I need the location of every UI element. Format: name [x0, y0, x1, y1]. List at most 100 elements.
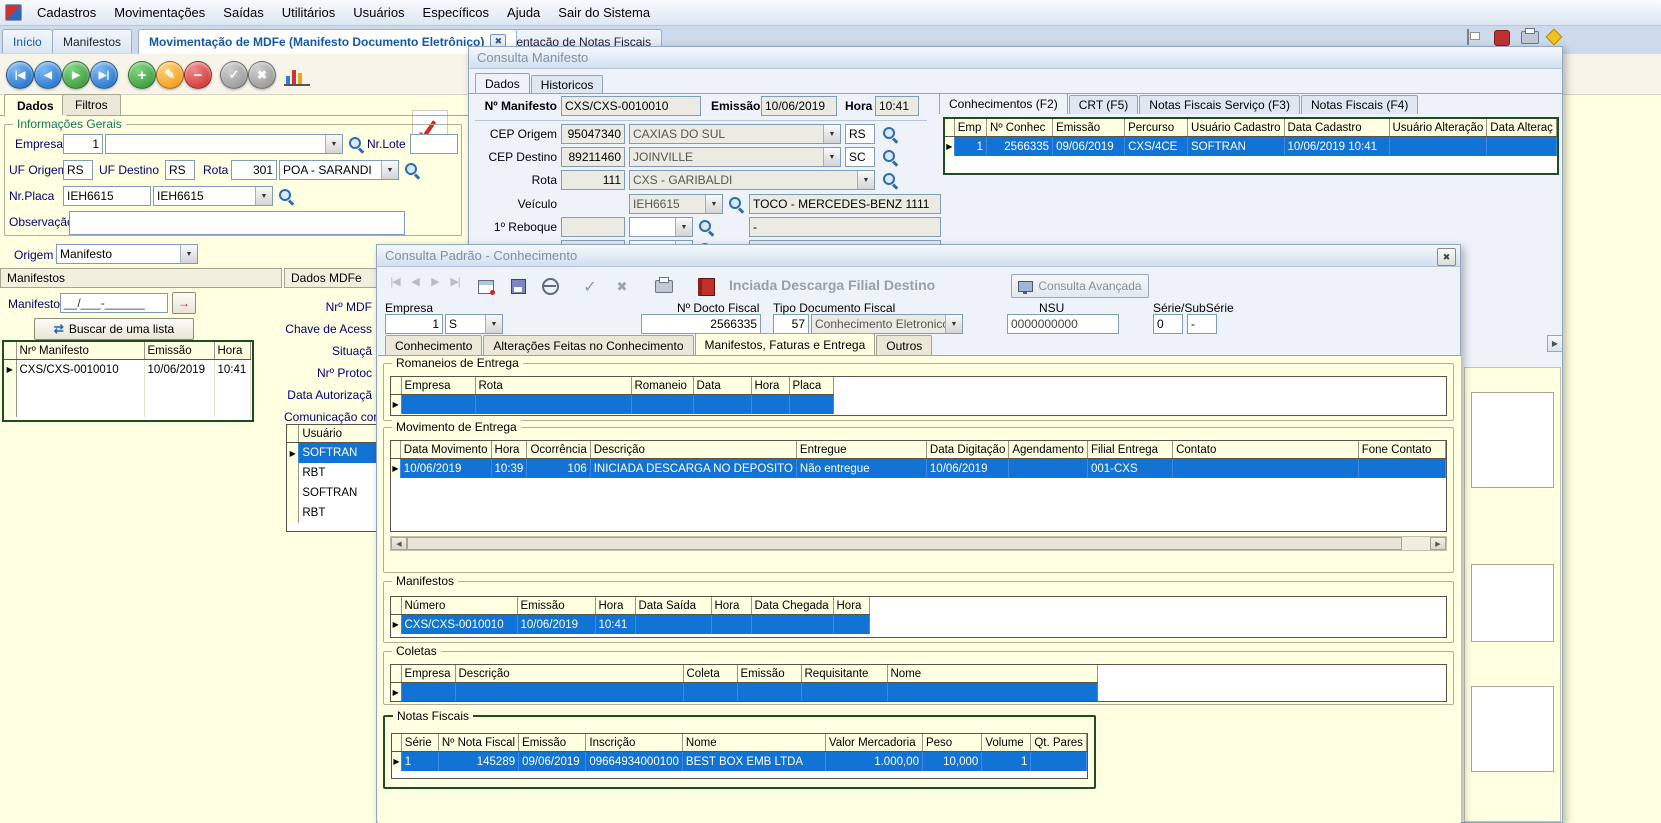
veiculo-combo[interactable]: IEH6615▼ — [629, 194, 723, 214]
rota-combo[interactable]: POA - SARANDI▼ — [279, 160, 399, 180]
close-window-button[interactable]: ✖ — [1437, 248, 1456, 266]
add-button[interactable]: + — [128, 61, 156, 89]
table-row[interactable]: RBT — [287, 463, 377, 483]
menu-sair-do-sistema[interactable]: Sair do Sistema — [549, 2, 659, 23]
scroll-left-icon[interactable]: ◀ — [391, 537, 407, 550]
refresh-icon[interactable] — [536, 273, 564, 300]
table-row[interactable]: ▶ — [391, 683, 1097, 703]
confirm-icon[interactable]: ✓ — [576, 273, 604, 300]
nav-last-button[interactable]: ▶| — [90, 61, 118, 89]
menu-ajuda[interactable]: Ajuda — [498, 2, 549, 23]
nsu-field[interactable]: 0000000000 — [1007, 314, 1119, 334]
save-icon[interactable] — [504, 273, 532, 300]
chevron-down-icon[interactable]: ▼ — [857, 171, 874, 189]
cep-origem-search-icon[interactable] — [881, 125, 898, 142]
uf-origem-field[interactable]: RS — [63, 160, 93, 180]
table-row[interactable]: ▶SOFTRAN — [287, 443, 377, 464]
table-row[interactable]: ▶ 10/06/2019 10:39 106 INICIADA DESCARGA… — [391, 459, 1446, 479]
cep-destino-search-icon[interactable] — [881, 148, 898, 165]
chevron-down-icon[interactable]: ▼ — [823, 148, 840, 166]
rota-combo[interactable]: CXS - GARIBALDI▼ — [629, 170, 875, 190]
cep-origem-field[interactable]: 95047340 — [561, 124, 625, 144]
nav-first-icon[interactable]: |◀ — [385, 275, 405, 288]
table-row[interactable]: ▶ — [391, 395, 833, 415]
table-row[interactable]: SOFTRAN — [287, 483, 377, 503]
chevron-down-icon[interactable]: ▼ — [180, 245, 197, 263]
nav-first-button[interactable]: |◀ — [6, 61, 34, 89]
nav-next-button[interactable]: ▶ — [62, 61, 90, 89]
empresa-combo[interactable]: S▼ — [445, 314, 503, 334]
table-row[interactable]: ▶ 1 145289 09/06/2019 09664934000100 BES… — [392, 752, 1087, 772]
table-row[interactable]: ▶ 1 2566335 09/06/2019 CXS/4CE SOFTRAN 1… — [945, 137, 1557, 157]
menu-especificos[interactable]: Específicos — [414, 2, 498, 23]
cidade-destino-combo[interactable]: JOINVILLE▼ — [629, 147, 841, 167]
chevron-down-icon[interactable]: ▼ — [823, 125, 840, 143]
delete-button[interactable]: − — [184, 61, 212, 89]
tab-inicio[interactable]: Início — [2, 29, 53, 53]
empresa-combo[interactable]: ▼ — [105, 134, 343, 154]
tab-alteracoes-conhecimento[interactable]: Alterações Feitas no Conhecimento — [483, 335, 693, 355]
window-list-icon[interactable] — [1467, 30, 1469, 44]
reboque1-field[interactable] — [561, 217, 625, 237]
uf-origem-field[interactable]: RS — [845, 124, 875, 144]
uf-destino-field[interactable]: SC — [845, 147, 875, 167]
nrlote-field[interactable] — [410, 134, 458, 154]
tab-manifestos[interactable]: Manifestos — [52, 29, 132, 53]
tab-notas-fiscais-servico[interactable]: Notas Fiscais Serviço (F3) — [1139, 95, 1300, 114]
cancel-button[interactable]: ✖ — [248, 61, 276, 89]
observacao-field[interactable] — [69, 211, 405, 235]
tab-conhecimento[interactable]: Conhecimento — [385, 335, 482, 355]
chevron-down-icon[interactable]: ▼ — [325, 135, 342, 153]
reboque1-combo[interactable]: ▼ — [629, 217, 693, 237]
placa-combo[interactable]: IEH6615▼ — [153, 186, 273, 206]
menu-cadastros[interactable]: Cadastros — [28, 2, 105, 23]
tab-conhecimentos[interactable]: Conhecimentos (F2) — [939, 93, 1068, 114]
chevron-down-icon[interactable]: ▼ — [945, 315, 962, 333]
chevron-down-icon[interactable]: ▼ — [705, 195, 722, 213]
edit-button[interactable]: ✎ — [156, 61, 184, 89]
empresa-field[interactable]: 1 — [385, 314, 443, 334]
subserie-field[interactable]: - — [1187, 314, 1217, 334]
nav-last-icon[interactable]: ▶| — [445, 275, 465, 288]
tab-crt[interactable]: CRT (F5) — [1069, 95, 1139, 114]
nav-prev-button[interactable]: ◀ — [34, 61, 62, 89]
exit-icon[interactable] — [1494, 30, 1510, 46]
docto-fiscal-field[interactable]: 2566335 — [641, 314, 761, 334]
confirm-button[interactable]: ✓ — [220, 61, 248, 89]
subtab-dados[interactable]: Dados — [4, 94, 67, 116]
placa-field[interactable]: IEH6615 — [63, 186, 151, 206]
menu-saidas[interactable]: Saídas — [214, 2, 272, 23]
nav-next-icon[interactable]: ▶ — [425, 275, 445, 288]
origem-combo[interactable]: Manifesto▼ — [56, 244, 198, 264]
chevron-down-icon[interactable]: ▼ — [675, 218, 692, 236]
tab-movimentacao-mdfe[interactable]: Movimentação de MDFe (Manifesto Document… — [138, 29, 517, 54]
tipo-documento-field[interactable]: 57 — [773, 314, 809, 334]
tab-manifestos-faturas-entrega[interactable]: Manifestos, Faturas e Entrega — [695, 333, 876, 355]
empresa-field[interactable]: 1 — [63, 134, 103, 154]
tab-outros[interactable]: Outros — [876, 335, 932, 355]
table-row[interactable] — [4, 398, 250, 417]
empresa-search-icon[interactable] — [347, 135, 364, 152]
rota-field[interactable]: 111 — [561, 170, 625, 190]
buscar-lista-button[interactable]: ⇄ Buscar de uma lista — [34, 318, 194, 340]
printer-icon[interactable] — [1521, 31, 1539, 44]
menu-usuarios[interactable]: Usuários — [344, 2, 413, 23]
chevron-down-icon[interactable]: ▼ — [255, 187, 272, 205]
cidade-origem-combo[interactable]: CAXIAS DO SUL▼ — [629, 124, 841, 144]
rota-search-icon[interactable] — [881, 171, 898, 188]
manifesto-go-button[interactable]: → — [172, 292, 196, 314]
scroll-right-button[interactable]: ▶ — [1547, 335, 1563, 352]
filter-icon[interactable] — [472, 273, 500, 300]
serie-field[interactable]: 0 — [1153, 314, 1183, 334]
consulta-padrao-titlebar[interactable]: Consulta Padrão - Conhecimento — [377, 245, 1460, 267]
scrollbar-thumb[interactable] — [407, 537, 1402, 550]
menu-utilitarios[interactable]: Utilitários — [273, 2, 344, 23]
rota-field[interactable]: 301 — [231, 160, 277, 180]
chevron-down-icon[interactable]: ▼ — [485, 315, 502, 333]
nav-prev-icon[interactable]: ◀ — [405, 275, 425, 288]
tab-historicos[interactable]: Historicos — [531, 75, 604, 94]
reboque1-search-icon[interactable] — [697, 218, 714, 235]
veiculo-search-icon[interactable] — [727, 195, 744, 212]
log-book-icon[interactable] — [692, 273, 720, 300]
tab-dados[interactable]: Dados — [475, 73, 530, 94]
